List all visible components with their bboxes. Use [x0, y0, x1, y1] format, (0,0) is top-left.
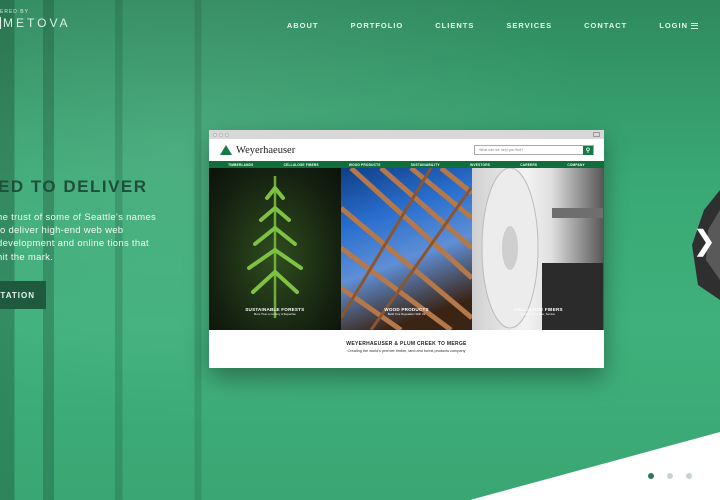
- browser-chrome: [209, 130, 604, 139]
- menu-icon: [691, 22, 698, 29]
- window-dot-icon: [225, 132, 229, 137]
- window-dot-icon: [219, 132, 223, 137]
- login-label: LOGIN: [659, 21, 688, 30]
- consultation-button[interactable]: LTATION: [0, 281, 46, 309]
- panel-cellulose: CELLULOSE FIBERS Quality, Innovation, Se…: [472, 168, 605, 330]
- browser-mockup: Weyerhaeuser What can we help you find? …: [209, 130, 605, 368]
- mock-news-subtitle: Creating the world's premier timber, lan…: [347, 349, 466, 353]
- slider-dots: [648, 473, 692, 479]
- cta-label: LTATION: [0, 290, 35, 300]
- slider-dot-2[interactable]: [667, 473, 673, 479]
- mock-site-header: Weyerhaeuser What can we help you find? …: [209, 139, 604, 161]
- panel-label: SUSTAINABLE FORESTS More Than a Century …: [209, 307, 341, 316]
- panel-subtitle: More Than a Century of Expertise: [253, 312, 296, 316]
- nav-services[interactable]: SERVICES: [506, 21, 552, 30]
- slider-dot-3[interactable]: [686, 473, 692, 479]
- mock-nav-item: SUSTAINABILITY: [410, 162, 440, 167]
- mock-search: What can we help you find? ⚲: [474, 145, 594, 155]
- window-dot-icon: [213, 132, 217, 137]
- mock-nav: TIMBERLANDS CELLULOSE FIBERS WOOD PRODUC…: [209, 161, 604, 168]
- logo-text: METOVA: [3, 16, 71, 30]
- hero-headline: ED TO DELIVER: [0, 177, 148, 196]
- fir-branch-icon: [247, 176, 303, 318]
- panel-forests: SUSTAINABLE FORESTS More Than a Century …: [209, 168, 341, 330]
- mock-nav-item: CAREERS: [520, 162, 538, 167]
- panel-subtitle: Build Your Reputation With Us: [387, 312, 426, 316]
- weyerhaeuser-logo-icon: [220, 145, 232, 155]
- panel-subtitle: Quality, Innovation, Service: [521, 312, 556, 316]
- next-slide-arrow-icon[interactable]: ❯: [693, 227, 716, 255]
- mock-nav-item: INVESTORS: [469, 162, 491, 167]
- panel-label: WOOD PRODUCTS Build Your Reputation With…: [341, 307, 473, 316]
- logo-tagline: ERED BY: [0, 9, 29, 15]
- search-icon: ⚲: [583, 146, 593, 155]
- panel-label: CELLULOSE FIBERS Quality, Innovation, Se…: [472, 307, 604, 316]
- main-nav: ABOUT PORTFOLIO CLIENTS SERVICES CONTACT…: [255, 21, 698, 30]
- logo[interactable]: METOVA: [0, 16, 71, 30]
- nav-about[interactable]: ABOUT: [287, 21, 319, 30]
- mock-search-placeholder: What can we help you find?: [479, 148, 524, 152]
- window-resize-icon: [593, 132, 600, 137]
- panel-wood: WOOD PRODUCTS Build Your Reputation With…: [340, 168, 473, 330]
- mock-nav-item: COMPANY: [567, 162, 585, 167]
- mock-news-title: WEYERHAEUSER & PLUM CREEK TO MERGE: [346, 341, 467, 347]
- nav-portfolio[interactable]: PORTFOLIO: [351, 21, 404, 30]
- mock-nav-item: TIMBERLANDS: [228, 162, 254, 167]
- paper-roll-icon: [481, 168, 604, 330]
- mock-nav-item: CELLULOSE FIBERS: [283, 162, 319, 167]
- nav-login[interactable]: LOGIN: [659, 21, 698, 30]
- slider-dot-1[interactable]: [648, 473, 654, 479]
- nav-contact[interactable]: CONTACT: [584, 21, 627, 30]
- mock-nav-item: WOOD PRODUCTS: [348, 162, 381, 167]
- nav-clients[interactable]: CLIENTS: [435, 21, 474, 30]
- wood-beams-icon: [340, 168, 473, 330]
- hero-description: he trust of some of Seattle's names to d…: [0, 212, 157, 263]
- mock-panels: SUSTAINABLE FORESTS More Than a Century …: [209, 168, 605, 330]
- mock-news: WEYERHAEUSER & PLUM CREEK TO MERGE Creat…: [209, 330, 604, 353]
- logo-mark: [0, 17, 1, 29]
- mock-brand: Weyerhaeuser: [236, 144, 296, 156]
